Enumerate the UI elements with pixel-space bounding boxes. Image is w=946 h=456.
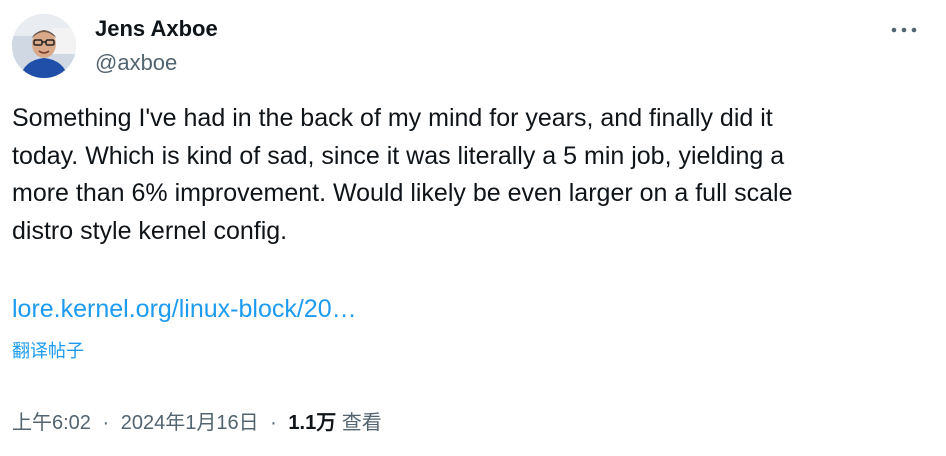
display-name[interactable]: Jens Axboe [95,16,218,42]
tweet: Jens Axboe @axboe Something I've had in … [0,0,946,456]
more-options-button[interactable] [884,18,924,42]
author-info: Jens Axboe @axboe [95,16,218,76]
tweet-link[interactable]: lore.kernel.org/linux-block/20… [12,292,357,326]
meta-separator: · [270,412,277,434]
translate-post-button[interactable]: 翻译帖子 [12,339,84,363]
tweet-time[interactable]: 上午6:02 [12,412,91,434]
views-label[interactable]: 查看 [342,412,382,434]
avatar-photo-icon [12,14,76,78]
tweet-meta: 上午6:02 · 2024年1月16日 · 1.1万 查看 [12,410,382,436]
avatar[interactable] [12,14,76,78]
tweet-text: Something I've had in the back of my min… [12,104,793,245]
tweet-date[interactable]: 2024年1月16日 [121,412,259,434]
more-horizontal-icon [891,27,917,33]
handle[interactable]: @axboe [95,50,218,76]
meta-separator: · [102,412,110,434]
views-count[interactable]: 1.1万 [288,412,336,434]
